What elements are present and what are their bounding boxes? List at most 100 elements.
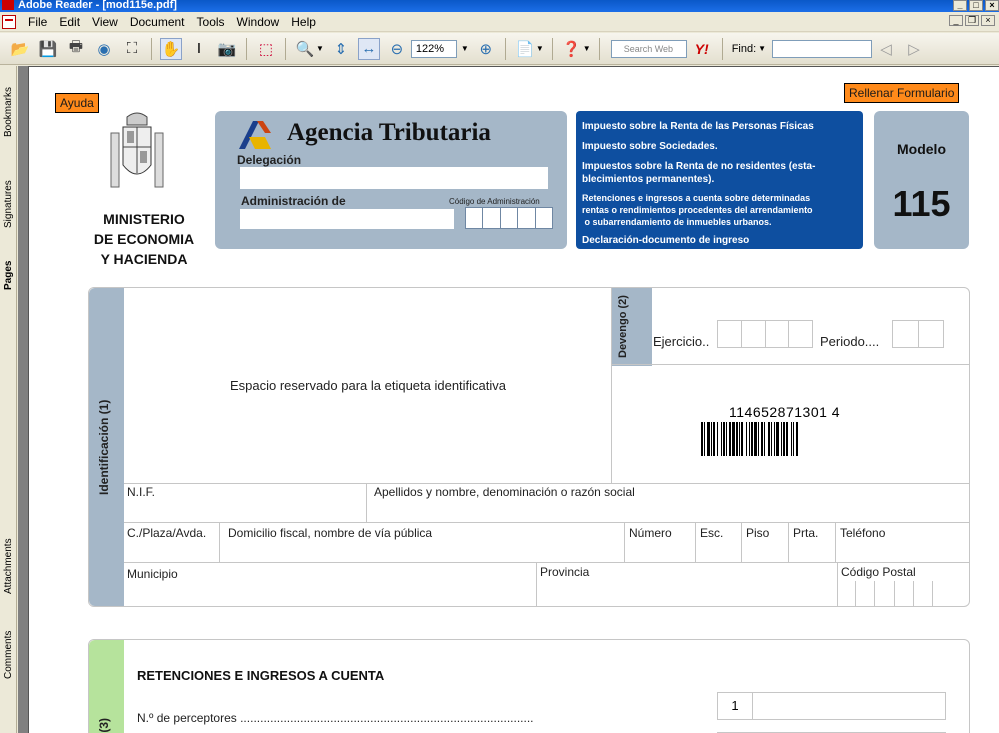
agency-logo-icon	[239, 121, 271, 149]
app-icon	[2, 0, 14, 10]
periodo-field[interactable]	[892, 320, 944, 348]
chevron-down-icon[interactable]: ▼	[583, 44, 591, 53]
menu-tools[interactable]: Tools	[191, 15, 231, 29]
chevron-down-icon[interactable]: ▼	[758, 44, 766, 53]
document-icon[interactable]	[2, 14, 16, 29]
menu-edit[interactable]: Edit	[53, 15, 86, 29]
blue-line-8: Declaración-documento de ingreso	[582, 235, 750, 246]
retenciones-sidebar: (3)	[89, 640, 124, 733]
snapshot-icon[interactable]: 📷	[216, 38, 238, 60]
tab-signatures[interactable]: Signatures	[0, 164, 17, 244]
menu-document[interactable]: Document	[124, 15, 191, 29]
divider	[366, 484, 367, 522]
toolbar-separator	[504, 37, 506, 60]
codigo-postal-field[interactable]	[837, 581, 934, 607]
email-icon[interactable]: ◉	[93, 38, 115, 60]
menu-window[interactable]: Window	[231, 15, 286, 29]
find-previous-icon[interactable]: ◁	[875, 38, 897, 60]
codigo-admin-field[interactable]	[465, 207, 553, 229]
zoom-in-tool-icon[interactable]: 🔍	[294, 38, 316, 60]
doc-minimize-button[interactable]: _	[949, 15, 963, 26]
piso-label: Piso	[746, 526, 770, 540]
toolbar-separator	[598, 37, 600, 60]
label-space: Espacio reservado para la etiqueta ident…	[229, 378, 507, 393]
zoom-in-icon[interactable]: ⊕	[475, 38, 497, 60]
divider	[124, 522, 969, 523]
binoculars-icon[interactable]: ⛶	[121, 38, 143, 60]
esc-label: Esc.	[700, 526, 724, 540]
chevron-down-icon[interactable]: ▼	[316, 44, 324, 53]
help-icon[interactable]: ❓	[561, 38, 583, 60]
municipio-label: Municipio	[127, 567, 178, 581]
toolbar-separator	[246, 37, 247, 60]
maximize-button[interactable]: □	[969, 0, 983, 11]
save-icon[interactable]: 💾	[37, 38, 59, 60]
chevron-down-icon[interactable]: ▼	[461, 44, 469, 53]
doc-restore-button[interactable]: ❐	[965, 15, 979, 26]
codigo-admin-label: Código de Administración	[449, 197, 540, 206]
pdf-page: Ayuda Rellenar Formulario MINISTERIO DE …	[28, 66, 999, 733]
search-web-input[interactable]: Search Web	[610, 39, 687, 58]
divider	[788, 522, 789, 562]
close-button[interactable]: ×	[985, 0, 999, 11]
zoom-input[interactable]: 122%	[410, 39, 457, 58]
domicilio-label: Domicilio fiscal, nombre de vía pública	[228, 526, 433, 540]
yahoo-icon[interactable]: Y!	[695, 41, 709, 57]
tab-pages[interactable]: Pages	[0, 254, 17, 296]
agency-name: Agencia Tributaria	[287, 119, 491, 146]
open-icon[interactable]: 📂	[9, 38, 31, 60]
find-next-icon[interactable]: ▷	[903, 38, 925, 60]
doc-close-button[interactable]: ×	[981, 15, 995, 26]
numero-label: Número	[629, 526, 672, 540]
divider	[612, 364, 969, 365]
identification-sidebar: Identificación (1)	[89, 288, 124, 606]
menu-help[interactable]: Help	[285, 15, 322, 29]
tab-bookmarks[interactable]: Bookmarks	[0, 72, 17, 152]
toolbar-separator	[551, 37, 553, 60]
perceptores-field[interactable]	[752, 692, 946, 720]
codigo-postal-label: Código Postal	[841, 565, 916, 579]
zoom-out-icon[interactable]: ⊖	[386, 38, 408, 60]
select-text-icon[interactable]: I	[188, 38, 210, 60]
blue-line-7: o subarrendamiento de inmuebles urbanos.	[582, 217, 772, 227]
crop-icon[interactable]: ⬚	[255, 38, 277, 60]
blue-line-4: blecimientos permanentes).	[582, 174, 715, 185]
divider	[624, 522, 625, 562]
retenciones-title: RETENCIONES E INGRESOS A CUENTA	[137, 668, 385, 683]
fit-page-icon[interactable]: ⇕	[330, 38, 352, 60]
find-input[interactable]	[772, 39, 873, 58]
barcode	[701, 422, 798, 456]
ministry-line-2: DE ECONOMIA	[93, 231, 195, 247]
window-title: Adobe Reader - [mod115e.pdf]	[18, 0, 177, 11]
page-layout-icon[interactable]: 📄	[514, 38, 536, 60]
toolbar-separator	[285, 37, 286, 60]
menu-file[interactable]: File	[22, 15, 53, 29]
divider	[741, 522, 742, 562]
devengo-sidebar: Devengo (2)	[612, 288, 652, 366]
blue-line-2: Impuesto sobre Sociedades.	[582, 141, 718, 152]
chevron-down-icon[interactable]: ▼	[536, 44, 544, 53]
hand-tool-icon[interactable]: ✋	[160, 37, 182, 60]
modelo-box: Modelo 115	[874, 111, 969, 249]
fill-form-button[interactable]: Rellenar Formulario	[844, 83, 960, 103]
blue-line-6: rentas o rendimientos procedentes del ar…	[582, 205, 813, 215]
divider	[124, 562, 969, 563]
administracion-field[interactable]	[240, 209, 454, 229]
fit-width-icon[interactable]: ↔	[357, 37, 380, 60]
blue-line-1: Impuesto sobre la Renta de las Personas …	[582, 121, 814, 132]
minimize-button[interactable]: _	[953, 0, 967, 11]
toolbar: 📂 💾 🖶 ◉ ⛶ ✋ I 📷 ⬚ 🔍 ▼ ⇕ ↔ ⊖ 122% ▼ ⊕ 📄 ▼…	[0, 33, 999, 65]
ministry-line-1: MINISTERIO	[103, 211, 185, 227]
identification-label: Identificación (1)	[97, 399, 111, 495]
tab-comments[interactable]: Comments	[0, 622, 17, 688]
navigation-tabs: Bookmarks Signatures Pages Attachments C…	[0, 66, 17, 733]
blue-line-5: Retenciones e ingresos a cuenta sobre de…	[582, 193, 811, 203]
calle-label: C./Plaza/Avda.	[127, 526, 207, 540]
delegacion-field[interactable]	[240, 167, 548, 189]
perceptores-label: N.º de perceptores .....................…	[137, 711, 534, 725]
menu-view[interactable]: View	[86, 15, 124, 29]
print-icon[interactable]: 🖶	[65, 38, 87, 60]
help-button[interactable]: Ayuda	[55, 93, 99, 113]
ejercicio-field[interactable]	[717, 320, 813, 348]
tab-attachments[interactable]: Attachments	[0, 528, 17, 604]
